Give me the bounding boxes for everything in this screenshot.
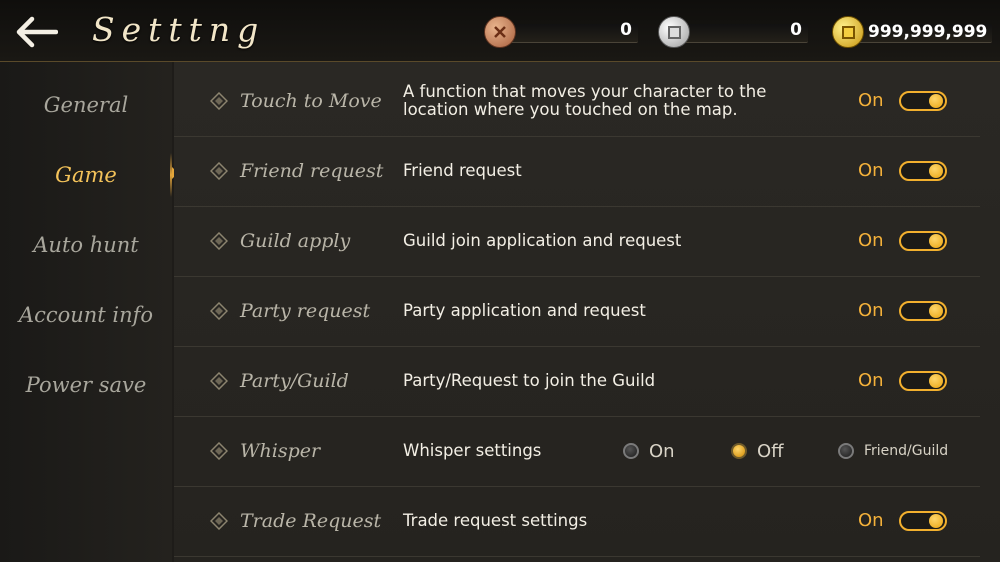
settings-panel: Touch to Move A function that moves your… (174, 62, 1000, 562)
setting-description: A function that moves your character to … (403, 82, 767, 119)
setting-row-party-guild: Party/Guild Party/Request to join the Gu… (174, 346, 980, 417)
friend-request-toggle[interactable] (899, 161, 947, 181)
copper-currency: 0 (484, 15, 638, 49)
setting-name: Friend request (240, 160, 384, 182)
radio-label: Off (757, 440, 784, 462)
top-bar: Setttng 0 0 999,999,999 (0, 0, 1000, 62)
toggle-knob (929, 234, 943, 248)
diamond-icon (210, 302, 228, 320)
toggle-knob (929, 164, 943, 178)
radio-unselected-icon (838, 443, 854, 459)
silver-currency: 0 (658, 15, 808, 49)
party-request-toggle[interactable] (899, 301, 947, 321)
diamond-icon (210, 442, 228, 460)
setting-name: Touch to Move (240, 90, 382, 112)
setting-row-whisper: Whisper Whisper settings On Off Friend/G… (174, 416, 980, 487)
radio-selected-icon (731, 443, 747, 459)
toggle-knob (929, 304, 943, 318)
sidebar-item-account-info[interactable]: Account info (0, 285, 172, 345)
setting-status: On (858, 160, 884, 181)
sidebar-item-power-save[interactable]: Power save (0, 355, 172, 415)
whisper-radio-on[interactable]: On (623, 416, 675, 486)
setting-description: Party/Request to join the Guild (403, 371, 656, 390)
setting-description: Friend request (403, 161, 522, 180)
setting-row-guild-apply: Guild apply Guild join application and r… (174, 206, 980, 277)
setting-status: On (858, 510, 884, 531)
copper-coin-icon (484, 16, 516, 48)
diamond-icon (210, 372, 228, 390)
diamond-icon (210, 232, 228, 250)
setting-name: Whisper (240, 440, 321, 462)
touch-to-move-toggle[interactable] (899, 91, 947, 111)
gold-currency: 999,999,999 (832, 15, 992, 49)
diamond-icon (210, 162, 228, 180)
whisper-radio-friend-guild[interactable]: Friend/Guild (838, 416, 948, 486)
setting-name: Guild apply (240, 230, 351, 252)
setting-status: On (858, 370, 884, 391)
radio-label: On (649, 440, 675, 462)
gold-amount: 999,999,999 (868, 22, 988, 42)
silver-coin-icon (658, 16, 690, 48)
setting-row-trade-request: Trade Request Trade request settings On (174, 486, 980, 557)
whisper-radio-off[interactable]: Off (731, 416, 784, 486)
setting-status: On (858, 90, 884, 111)
radio-unselected-icon (623, 443, 639, 459)
gold-coin-icon (832, 16, 864, 48)
toggle-knob (929, 514, 943, 528)
copper-amount: 0 (620, 20, 632, 40)
toggle-knob (929, 94, 943, 108)
radio-label: Friend/Guild (864, 443, 949, 459)
arrow-left-icon (16, 16, 58, 48)
party-guild-toggle[interactable] (899, 371, 947, 391)
back-button[interactable] (8, 10, 64, 54)
silver-amount: 0 (790, 20, 802, 40)
setting-description: Trade request settings (403, 511, 588, 530)
toggle-knob (929, 374, 943, 388)
setting-row-touch-to-move: Touch to Move A function that moves your… (174, 66, 980, 137)
page-title: Setttng (92, 10, 266, 49)
setting-description: Party application and request (403, 301, 646, 320)
diamond-icon (210, 512, 228, 530)
setting-status: On (858, 230, 884, 251)
setting-row-friend-request: Friend request Friend request On (174, 136, 980, 207)
setting-name: Trade Request (240, 510, 382, 532)
diamond-icon (210, 92, 228, 110)
setting-row-party-request: Party request Party application and requ… (174, 276, 980, 347)
setting-name: Party/Guild (240, 370, 349, 392)
setting-status: On (858, 300, 884, 321)
sidebar-item-auto-hunt[interactable]: Auto hunt (0, 215, 172, 275)
guild-apply-toggle[interactable] (899, 231, 947, 251)
sidebar-item-general[interactable]: General (0, 75, 172, 135)
sidebar-item-label: Game (55, 163, 117, 187)
sidebar-item-game[interactable]: Game (0, 145, 178, 205)
trade-request-toggle[interactable] (899, 511, 947, 531)
sidebar: General Game Auto hunt Account info Powe… (0, 62, 178, 562)
setting-description: Guild join application and request (403, 231, 682, 250)
setting-name: Party request (240, 300, 371, 322)
